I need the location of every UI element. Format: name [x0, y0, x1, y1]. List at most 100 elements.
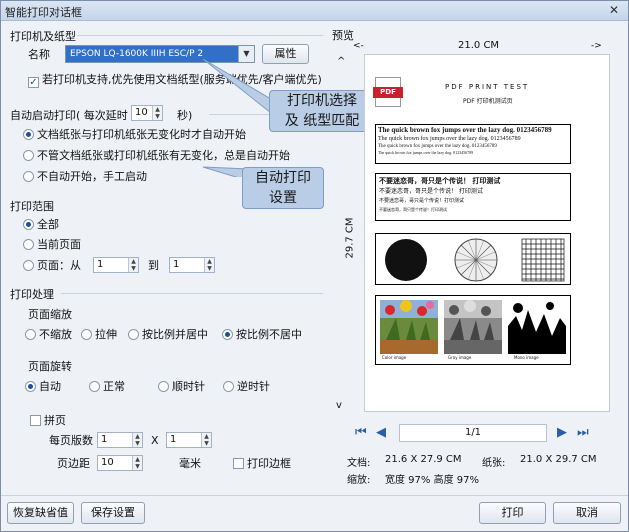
rotate-option-3[interactable]: 逆时针 [223, 380, 270, 394]
rotate-option-label: 正常 [103, 380, 125, 393]
printer-select-value: EPSON LQ-1600K IIIH ESC/P 2 [70, 49, 204, 59]
divider [77, 35, 323, 36]
prev-page-icon[interactable]: ◀ [376, 424, 386, 442]
scale-title: 页面缩放 [28, 308, 72, 321]
auto-option-label: 不自动开始，手工启动 [37, 170, 147, 183]
range-to-label: 到 [148, 259, 159, 272]
spin-arrows-icon[interactable]: ▲ ▼ [128, 258, 138, 272]
radio-icon[interactable] [81, 329, 92, 340]
spin-arrows-icon[interactable]: ▲ ▼ [132, 433, 142, 447]
restore-defaults-button[interactable]: 恢复缺省值 [7, 502, 74, 524]
first-page-icon[interactable]: ⏮ [355, 424, 367, 442]
test-header-line2: PDF 打印机测试页 [463, 98, 513, 105]
rotate-title: 页面旋转 [28, 360, 72, 373]
margin-value: 10 [101, 457, 114, 468]
cn-line: 不要迷恋哥，哥只是个传说！ 打印测试 [379, 188, 483, 195]
spin-arrows-icon[interactable]: ▲ ▼ [204, 258, 214, 272]
per-page-y-spinner[interactable]: 1 ▲ ▼ [166, 432, 212, 448]
range-all-label: 全部 [37, 218, 59, 231]
cancel-button[interactable]: 取消 [553, 502, 621, 524]
auto-callout-line1: 自动打印 [255, 170, 311, 186]
last-page-icon[interactable]: ⏭ [577, 424, 589, 442]
preview-title: 预览 [332, 29, 354, 42]
page-indicator[interactable]: 1/1 [399, 424, 547, 442]
range-to-spinner[interactable]: 1 ▲ ▼ [169, 257, 215, 273]
margin-unit: 毫米 [179, 457, 201, 470]
radio-selected-icon[interactable] [222, 329, 233, 340]
checkbox-icon[interactable] [30, 415, 41, 426]
auto-print-suffix: 秒) [177, 109, 193, 122]
range-pages[interactable]: 页面：从 [23, 259, 81, 273]
fox-line: The quick brown fox jumps over the lazy … [378, 126, 552, 134]
radio-selected-icon[interactable] [25, 381, 36, 392]
scale-option-1[interactable]: 拉伸 [81, 328, 117, 342]
scale-option-label: 按比例不居中 [236, 328, 302, 341]
radio-icon[interactable] [23, 260, 34, 271]
divider [61, 293, 323, 294]
scale-option-label: 不缩放 [39, 328, 72, 341]
print-dialog: 智能打印对话框 ✕ 打印机及纸型 名称 EPSON LQ-1600K IIIH … [0, 0, 629, 532]
margin-label: 页边距 [57, 457, 90, 470]
right-arrow-icon: -> [591, 41, 602, 51]
left-arrow-icon: <- [353, 41, 364, 51]
times-label: X [151, 434, 159, 447]
fox-line: The quick brown fox jumps over the lazy … [378, 150, 474, 155]
delay-spinner[interactable]: 10 ▲ ▼ [131, 105, 163, 121]
pdf-file-icon: PDF [373, 77, 403, 107]
checkbox-icon[interactable] [233, 458, 244, 469]
print-button[interactable]: 打印 [479, 502, 546, 524]
radial-pattern [454, 238, 498, 282]
radio-selected-icon[interactable] [23, 219, 34, 230]
tile-checkbox[interactable]: 拼页 [30, 414, 66, 428]
cn-line: 不要迷恋哥，哥只是个传说！ 打印测试 [379, 177, 501, 185]
radio-selected-icon[interactable] [23, 129, 34, 140]
range-from-spinner[interactable]: 1 ▲ ▼ [93, 257, 139, 273]
radio-icon[interactable] [158, 381, 169, 392]
gray-image [444, 300, 502, 354]
print-border-label: 打印边框 [247, 457, 291, 470]
scale-option-label: 按比例并居中 [142, 328, 208, 341]
scale-option-3[interactable]: 按比例不居中 [222, 328, 302, 342]
radio-icon[interactable] [89, 381, 100, 392]
auto-callout: 自动打印 设置 [242, 167, 324, 209]
radio-icon[interactable] [128, 329, 139, 340]
per-page-y-value: 1 [170, 434, 177, 445]
printer-callout: 打印机选择 及 纸型匹配 [269, 90, 375, 132]
fox-line: The quick brown fox jumps over the lazy … [378, 136, 521, 142]
radio-icon[interactable] [23, 239, 34, 250]
rotate-option-1[interactable]: 正常 [89, 380, 125, 394]
scale-option-0[interactable]: 不缩放 [25, 328, 72, 342]
rotate-option-label: 顺时针 [172, 380, 205, 393]
rotate-option-0[interactable]: 自动 [25, 380, 61, 394]
test-patterns [385, 238, 565, 282]
pattern-box [375, 233, 571, 285]
radio-icon[interactable] [23, 150, 34, 161]
radio-icon[interactable] [23, 171, 34, 182]
cn-line: 不要迷恋哥，哥只是个传说！打印测试 [379, 198, 465, 204]
save-settings-button[interactable]: 保存设置 [81, 502, 145, 524]
margin-spinner[interactable]: 10 ▲ ▼ [97, 455, 143, 471]
checkbox-icon[interactable]: ✓ [28, 77, 39, 88]
scale-info-value: 宽度 97% 高度 97% [385, 475, 479, 486]
printer-callout-line1: 打印机选择 [287, 93, 357, 109]
rotate-option-2[interactable]: 顺时针 [158, 380, 205, 394]
print-border-checkbox[interactable]: 打印边框 [233, 457, 291, 471]
range-all[interactable]: 全部 [23, 218, 59, 232]
gray-image-caption: Gray image [448, 355, 472, 360]
pdf-badge: PDF [373, 87, 403, 98]
per-page-x-value: 1 [101, 434, 108, 445]
scale-option-2[interactable]: 按比例并居中 [128, 328, 208, 342]
spin-arrows-icon[interactable]: ▲ ▼ [132, 456, 142, 470]
delay-value: 10 [135, 107, 148, 118]
spin-arrows-icon[interactable]: ▲ ▼ [201, 433, 211, 447]
next-page-icon[interactable]: ▶ [557, 424, 567, 442]
auto-option-2[interactable]: 不自动开始，手工启动 [23, 170, 147, 184]
processing-group-title: 打印处理 [10, 288, 54, 301]
radio-icon[interactable] [25, 329, 36, 340]
range-current[interactable]: 当前页面 [23, 238, 81, 252]
per-page-x-spinner[interactable]: 1 ▲ ▼ [97, 432, 143, 448]
radio-icon[interactable] [223, 381, 234, 392]
scale-info-label: 缩放: [347, 475, 371, 486]
spin-arrows-icon[interactable]: ▲ ▼ [152, 106, 162, 120]
close-button[interactable]: ✕ [606, 3, 622, 17]
